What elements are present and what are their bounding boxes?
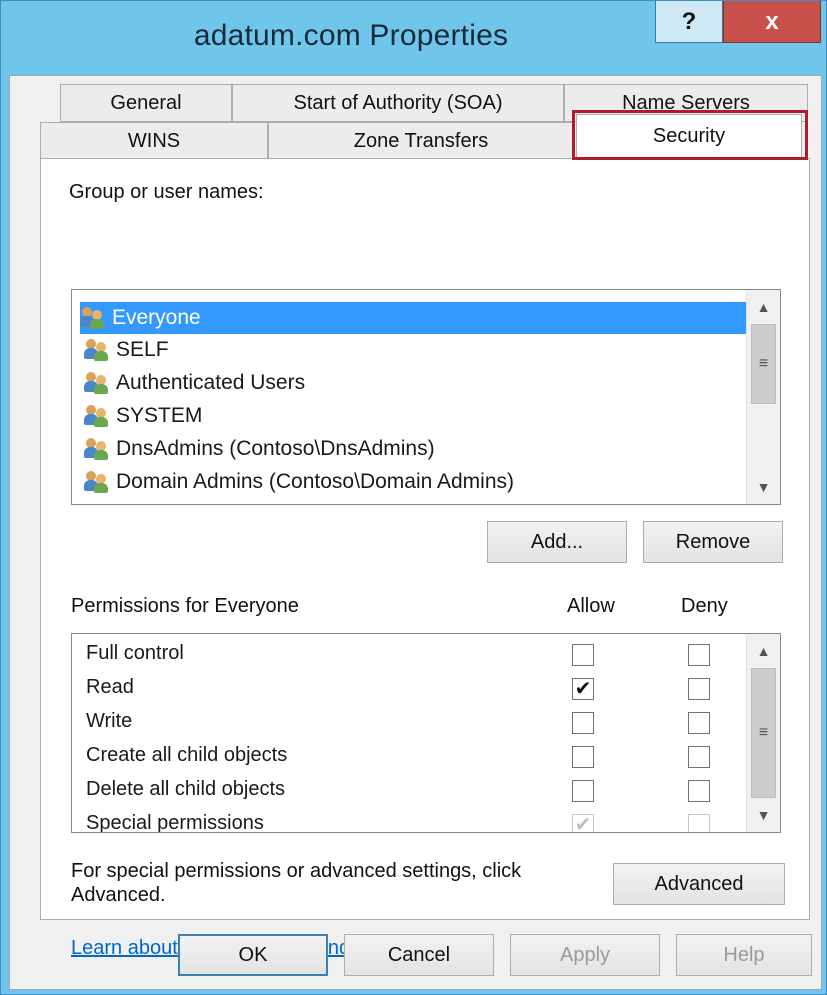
permission-name: Delete all child objects <box>86 778 285 800</box>
deny-checkbox[interactable] <box>688 712 710 734</box>
scroll-thumb[interactable]: ≡ <box>751 324 776 404</box>
allow-checkbox[interactable]: ✔ <box>572 678 594 700</box>
scroll-up-icon[interactable]: ▲ <box>747 292 780 322</box>
user-list[interactable]: Everyone SELF Authenticated Users SYSTEM… <box>71 289 781 505</box>
group-users-icon <box>84 438 112 460</box>
allow-checkbox[interactable] <box>572 644 594 666</box>
group-names-label: Group or user names: <box>69 181 264 203</box>
permission-row: Read ✔ <box>72 672 742 706</box>
list-item-domain-admins[interactable]: Domain Admins (Contoso\Domain Admins) <box>84 466 514 498</box>
scroll-down-icon[interactable]: ▼ <box>747 800 780 830</box>
tab-security[interactable]: Security <box>576 114 802 158</box>
permission-name: Special permissions <box>86 812 264 833</box>
checkmark-icon: ✔ <box>574 678 592 700</box>
user-name: DnsAdmins (Contoso\DnsAdmins) <box>116 437 435 460</box>
advanced-button[interactable]: Advanced <box>613 863 785 905</box>
list-item-authenticated-users[interactable]: Authenticated Users <box>84 367 305 399</box>
close-button[interactable]: x <box>723 1 821 43</box>
help-button[interactable]: Help <box>676 934 812 976</box>
permissions-scrollbar[interactable]: ▲ ≡ ▼ <box>746 634 780 832</box>
user-name: SYSTEM <box>116 404 203 427</box>
list-item-dnsadmins[interactable]: DnsAdmins (Contoso\DnsAdmins) <box>84 433 435 465</box>
deny-checkbox[interactable] <box>688 746 710 768</box>
deny-checkbox[interactable] <box>688 678 710 700</box>
permission-row: Write <box>72 706 742 740</box>
dialog-body: General Start of Authority (SOA) Name Se… <box>9 75 822 990</box>
tab-zone-transfers[interactable]: Zone Transfers <box>268 122 574 160</box>
list-item-system[interactable]: SYSTEM <box>84 400 202 432</box>
permissions-label: Permissions for Everyone <box>71 595 299 617</box>
security-panel: Group or user names: Everyone SELF Authe… <box>40 158 810 959</box>
user-name: Domain Admins (Contoso\Domain Admins) <box>116 470 514 493</box>
user-name: SELF <box>116 338 169 361</box>
list-item-self[interactable]: SELF <box>84 334 169 366</box>
scroll-up-icon[interactable]: ▲ <box>747 636 780 666</box>
checkmark-icon: ✔ <box>574 814 592 833</box>
allow-column-header: Allow <box>567 595 615 617</box>
properties-window: adatum.com Properties ? x General Start … <box>0 0 827 995</box>
scroll-thumb[interactable]: ≡ <box>751 668 776 798</box>
permission-name: Full control <box>86 642 184 664</box>
tab-soa[interactable]: Start of Authority (SOA) <box>232 84 564 122</box>
advanced-hint: For special permissions or advanced sett… <box>71 860 522 906</box>
scroll-down-icon[interactable]: ▼ <box>747 472 780 502</box>
title-bar[interactable]: adatum.com Properties ? x <box>1 1 826 75</box>
permission-row: Delete all child objects <box>72 774 742 808</box>
deny-checkbox[interactable] <box>688 644 710 666</box>
cancel-button[interactable]: Cancel <box>344 934 494 976</box>
allow-checkbox[interactable] <box>572 780 594 802</box>
tab-general[interactable]: General <box>60 84 232 122</box>
list-item-everyone[interactable]: Everyone <box>80 302 746 334</box>
tab-wins[interactable]: WINS <box>40 122 268 160</box>
remove-button[interactable]: Remove <box>643 521 783 563</box>
user-list-scrollbar[interactable]: ▲ ≡ ▼ <box>746 290 780 504</box>
ok-button[interactable]: OK <box>178 934 328 976</box>
user-name: Authenticated Users <box>116 371 306 394</box>
allow-checkbox[interactable] <box>572 746 594 768</box>
permission-name: Write <box>86 710 133 732</box>
allow-checkbox[interactable]: ✔ <box>572 814 594 833</box>
user-name: Everyone <box>112 306 201 329</box>
permission-name: Create all child objects <box>86 744 288 766</box>
group-users-icon <box>84 405 112 427</box>
permission-row: Create all child objects <box>72 740 742 774</box>
group-users-icon <box>84 339 112 361</box>
allow-checkbox[interactable] <box>572 712 594 734</box>
permissions-list[interactable]: Full control Read ✔ Write Create all chi… <box>71 633 781 833</box>
group-users-icon <box>84 372 112 394</box>
deny-checkbox[interactable] <box>688 780 710 802</box>
deny-checkbox[interactable] <box>688 814 710 832</box>
help-title-button[interactable]: ? <box>655 1 723 43</box>
group-users-icon <box>84 471 112 493</box>
window-title: adatum.com Properties <box>193 19 509 52</box>
group-users-icon <box>80 307 108 329</box>
permission-row: Full control <box>72 638 742 672</box>
permission-row: Special permissions ✔ <box>72 808 742 833</box>
apply-button[interactable]: Apply <box>510 934 660 976</box>
add-button[interactable]: Add... <box>487 521 627 563</box>
permission-name: Read <box>86 676 134 698</box>
deny-column-header: Deny <box>681 595 728 617</box>
